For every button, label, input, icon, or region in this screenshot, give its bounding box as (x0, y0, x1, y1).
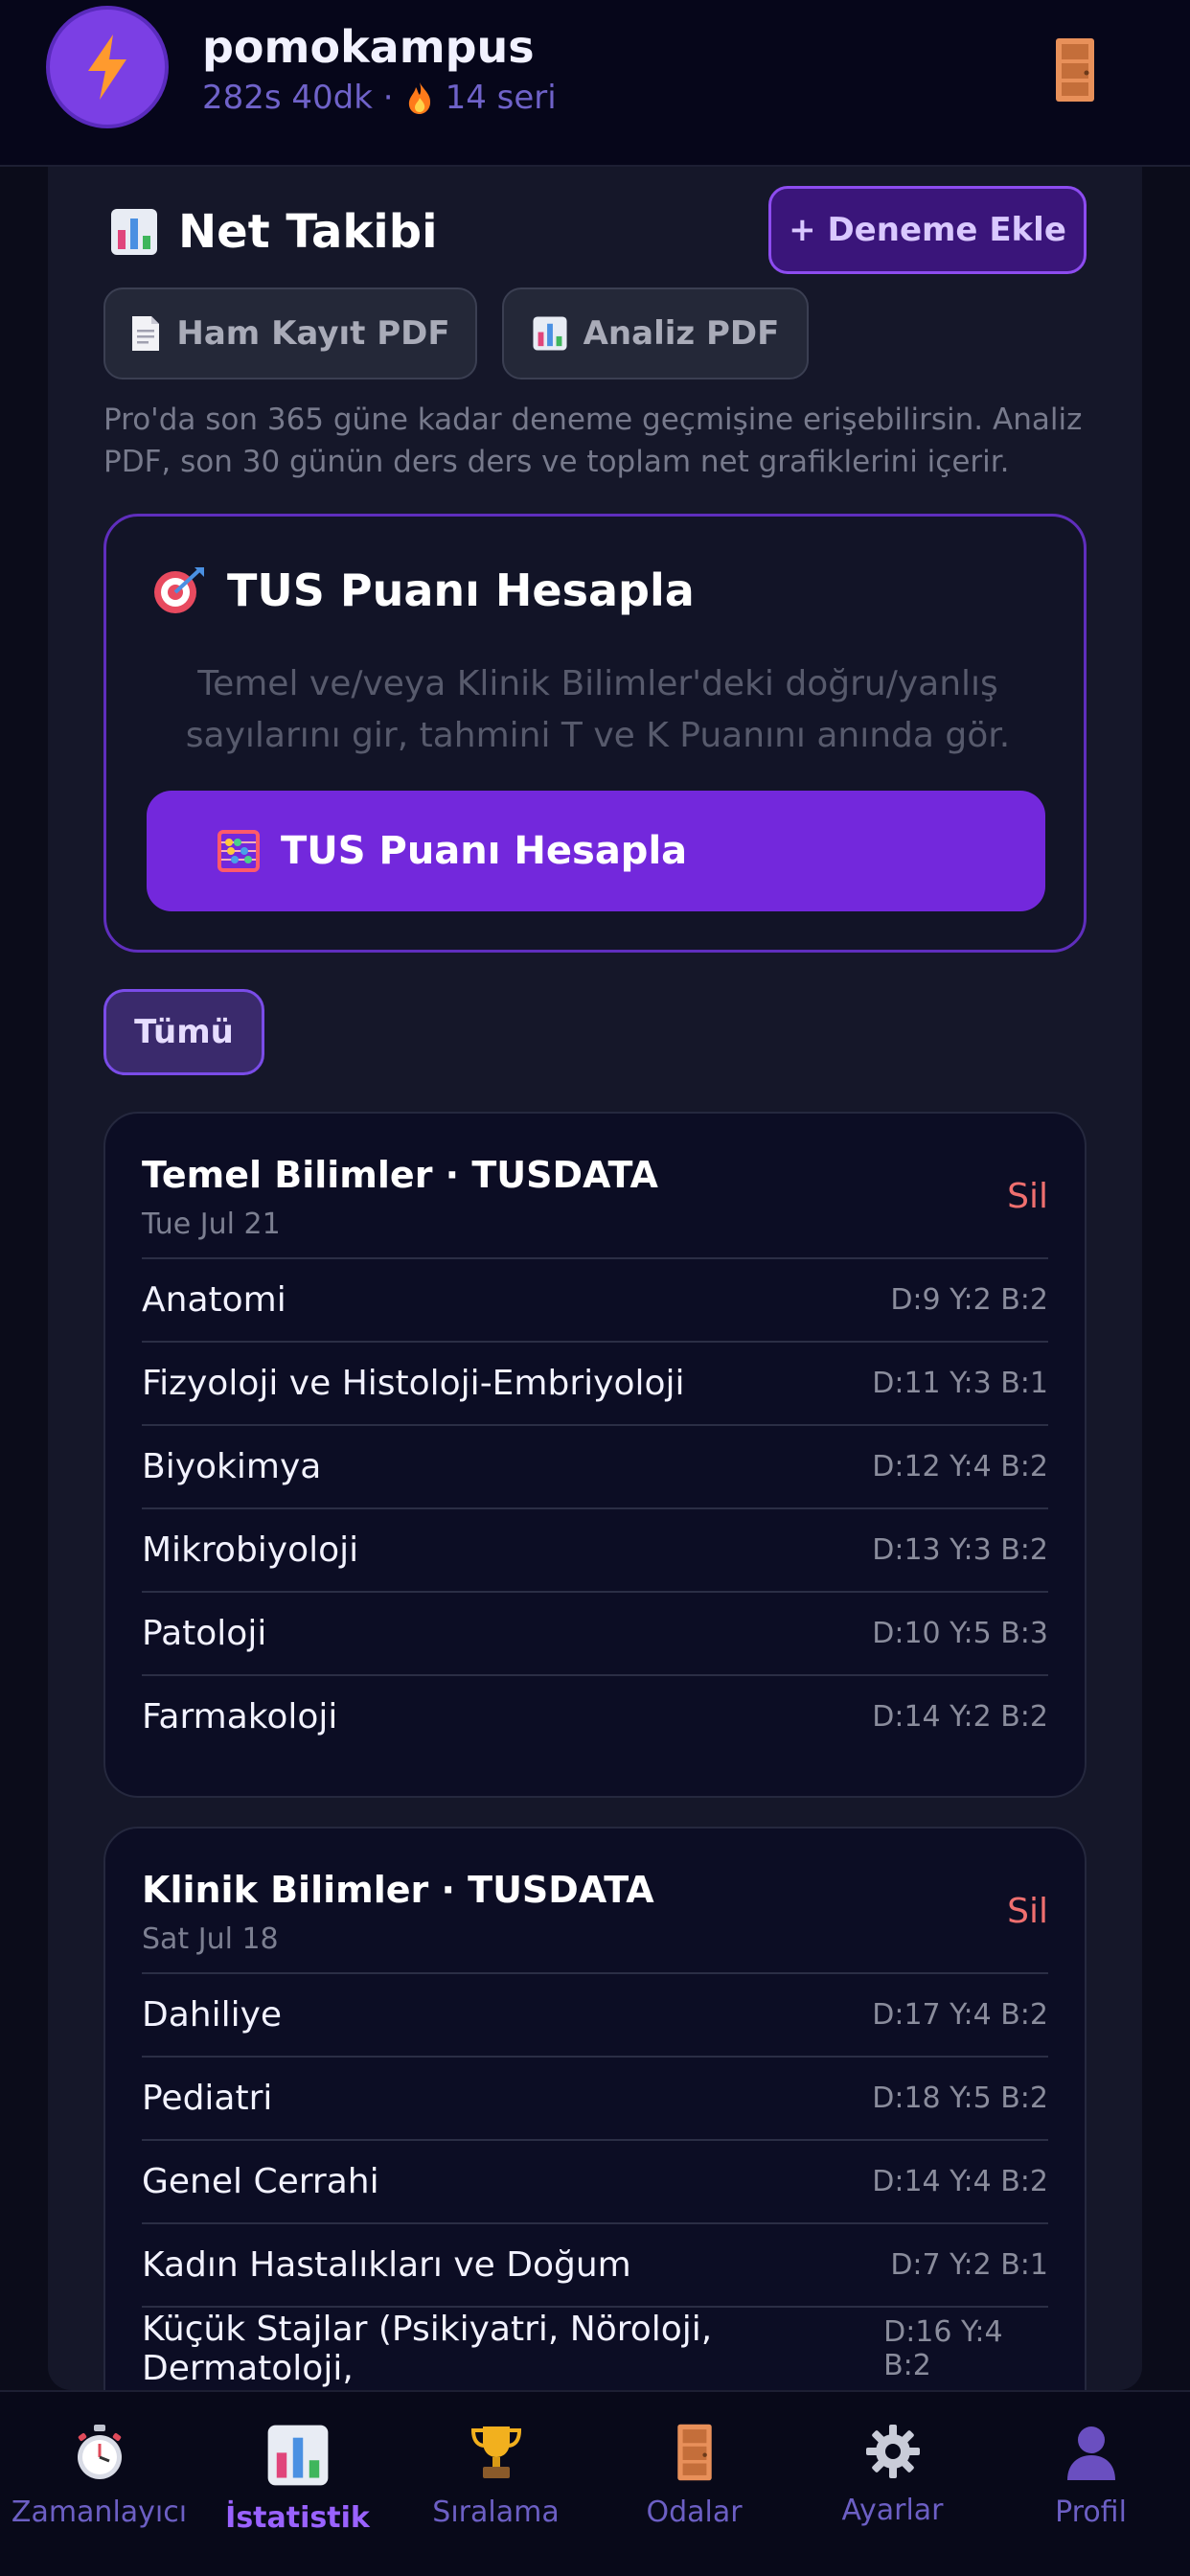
subject-name: Dahiliye (142, 1995, 283, 2035)
exam-title: Temel Bilimler · TUSDATA (142, 1154, 658, 1196)
subject-row: Biyokimya D:12 Y:4 B:2 (142, 1424, 1048, 1507)
app-header: pomokampus 282s 40dk · 14 seri (0, 0, 1190, 167)
subject-row: Dahiliye D:17 Y:4 B:2 (142, 1972, 1048, 2056)
trophy-icon (470, 2426, 521, 2478)
subject-score: D:9 Y:2 B:2 (890, 1283, 1048, 1317)
door-icon (1056, 38, 1094, 102)
avatar[interactable] (46, 6, 169, 128)
subject-row: Fizyoloji ve Histoloji-Embriyoloji D:11 … (142, 1341, 1048, 1424)
subject-name: Patoloji (142, 1614, 267, 1653)
app-name: pomokampus (202, 21, 535, 73)
subject-name: Pediatri (142, 2079, 273, 2118)
subject-name: Mikrobiyoloji (142, 1530, 359, 1570)
subject-name: Genel Cerrahi (142, 2162, 379, 2201)
subject-row: Genel Cerrahi D:14 Y:4 B:2 (142, 2139, 1048, 2222)
exam-card: Klinik Bilimler · TUSDATA Sat Jul 18 Sil… (103, 1827, 1087, 2440)
filter-all-button[interactable]: Tümü (103, 989, 264, 1075)
nav-profile[interactable]: Profil (992, 2392, 1190, 2576)
subject-name: Biyokimya (142, 1447, 322, 1486)
raw-record-pdf-button[interactable]: Ham Kayıt PDF (103, 288, 477, 380)
door-icon (676, 2424, 712, 2481)
user-silhouette-icon (1066, 2426, 1115, 2480)
bar-chart-icon (111, 209, 157, 255)
nav-timer[interactable]: Zamanlayıcı (0, 2392, 198, 2576)
subject-row: Küçük Stajlar (Psikiyatri, Nöroloji, Der… (142, 2306, 1048, 2389)
subject-row: Anatomi D:9 Y:2 B:2 (142, 1257, 1048, 1341)
subject-row: Pediatri D:18 Y:5 B:2 (142, 2056, 1048, 2139)
subject-score: D:13 Y:3 B:2 (872, 1533, 1048, 1567)
subject-score: D:16 Y:4 B:2 (883, 2314, 1003, 2382)
nav-statistics[interactable]: İstatistik (198, 2392, 397, 2576)
add-exam-button[interactable]: + Deneme Ekle (768, 186, 1087, 274)
tus-calculator-card: TUS Puanı Hesapla Temel ve/veya Klinik B… (103, 514, 1087, 953)
tus-card-title: TUS Puanı Hesapla (152, 564, 695, 616)
tus-calculate-label: TUS Puanı Hesapla (281, 829, 688, 873)
nav-rooms[interactable]: Odalar (595, 2392, 793, 2576)
nav-ranking-label: Sıralama (432, 2496, 560, 2529)
subject-row: Kadın Hastalıkları ve Doğum D:7 Y:2 B:1 (142, 2222, 1048, 2306)
document-icon (132, 316, 160, 351)
nav-timer-label: Zamanlayıcı (11, 2496, 188, 2529)
net-takibi-panel: Net Takibi + Deneme Ekle Ham Kayıt PDF A… (48, 167, 1142, 2440)
nav-profile-label: Profil (1055, 2496, 1127, 2529)
bottom-navigation: Zamanlayıcı İstatistik Sıralama Odalar A… (0, 2390, 1190, 2576)
section-title-text: Net Takibi (178, 205, 438, 259)
exam-date: Sat Jul 18 (142, 1922, 279, 1956)
lightning-icon (88, 34, 126, 100)
streak-count: 14 seri (445, 79, 557, 117)
exam-date: Tue Jul 21 (142, 1208, 281, 1241)
exam-card: Temel Bilimler · TUSDATA Tue Jul 21 Sil … (103, 1112, 1087, 1798)
subject-row: Mikrobiyoloji D:13 Y:3 B:2 (142, 1507, 1048, 1591)
tus-calculate-button[interactable]: TUS Puanı Hesapla (147, 791, 1045, 911)
subject-name: Fizyoloji ve Histoloji-Embriyoloji (142, 1364, 685, 1403)
delete-exam-button[interactable]: Sil (1007, 1892, 1048, 1931)
fire-icon (408, 82, 430, 114)
subject-score: D:14 Y:4 B:2 (872, 2165, 1048, 2198)
tus-card-description: Temel ve/veya Klinik Bilimler'deki doğru… (185, 664, 1011, 755)
subject-row: Farmakoloji D:14 Y:2 B:2 (142, 1674, 1048, 1758)
subject-name: Anatomi (142, 1280, 286, 1320)
nav-rooms-label: Odalar (646, 2496, 743, 2529)
nav-statistics-label: İstatistik (225, 2501, 370, 2535)
subject-list: Anatomi D:9 Y:2 B:2 Fizyoloji ve Histolo… (142, 1257, 1048, 1758)
subject-score: D:7 Y:2 B:1 (890, 2248, 1048, 2282)
subject-score: D:11 Y:3 B:1 (872, 1367, 1048, 1400)
user-meta: 282s 40dk · 14 seri (202, 79, 557, 117)
analysis-pdf-label: Analiz PDF (583, 314, 780, 353)
nav-settings-label: Ayarlar (841, 2494, 944, 2527)
bar-chart-icon (267, 2425, 328, 2486)
subject-score: D:17 Y:4 B:2 (872, 1998, 1048, 2032)
analysis-pdf-button[interactable]: Analiz PDF (502, 288, 809, 380)
subject-score: D:12 Y:4 B:2 (872, 1450, 1048, 1484)
tus-card-title-text: TUS Puanı Hesapla (227, 564, 695, 616)
gear-icon (865, 2425, 920, 2478)
subject-score: D:14 Y:2 B:2 (872, 1700, 1048, 1734)
raw-record-pdf-label: Ham Kayıt PDF (176, 314, 450, 353)
subject-name: Kadın Hastalıkları ve Doğum (142, 2245, 631, 2285)
pro-info-text: Pro'da son 365 güne kadar deneme geçmişi… (103, 402, 1083, 479)
subject-list: Dahiliye D:17 Y:4 B:2 Pediatri D:18 Y:5 … (142, 1972, 1048, 2389)
subject-score: D:10 Y:5 B:3 (872, 1617, 1048, 1650)
abacus-icon (217, 830, 260, 872)
bar-chart-icon (533, 316, 567, 351)
subject-row: Patoloji D:10 Y:5 B:3 (142, 1591, 1048, 1674)
section-title: Net Takibi (109, 205, 438, 259)
subject-name: Küçük Stajlar (Psikiyatri, Nöroloji, Der… (142, 2309, 713, 2388)
delete-exam-button[interactable]: Sil (1007, 1177, 1048, 1216)
subject-name: Farmakoloji (142, 1697, 338, 1736)
study-hours: 282s 40dk · (202, 79, 394, 117)
target-icon (154, 567, 204, 613)
exam-title: Klinik Bilimler · TUSDATA (142, 1869, 654, 1911)
stopwatch-icon (77, 2425, 122, 2479)
rooms-shortcut-button[interactable] (1054, 36, 1096, 107)
subject-score: D:18 Y:5 B:2 (872, 2082, 1048, 2115)
nav-ranking[interactable]: Sıralama (397, 2392, 595, 2576)
nav-settings[interactable]: Ayarlar (793, 2392, 992, 2576)
